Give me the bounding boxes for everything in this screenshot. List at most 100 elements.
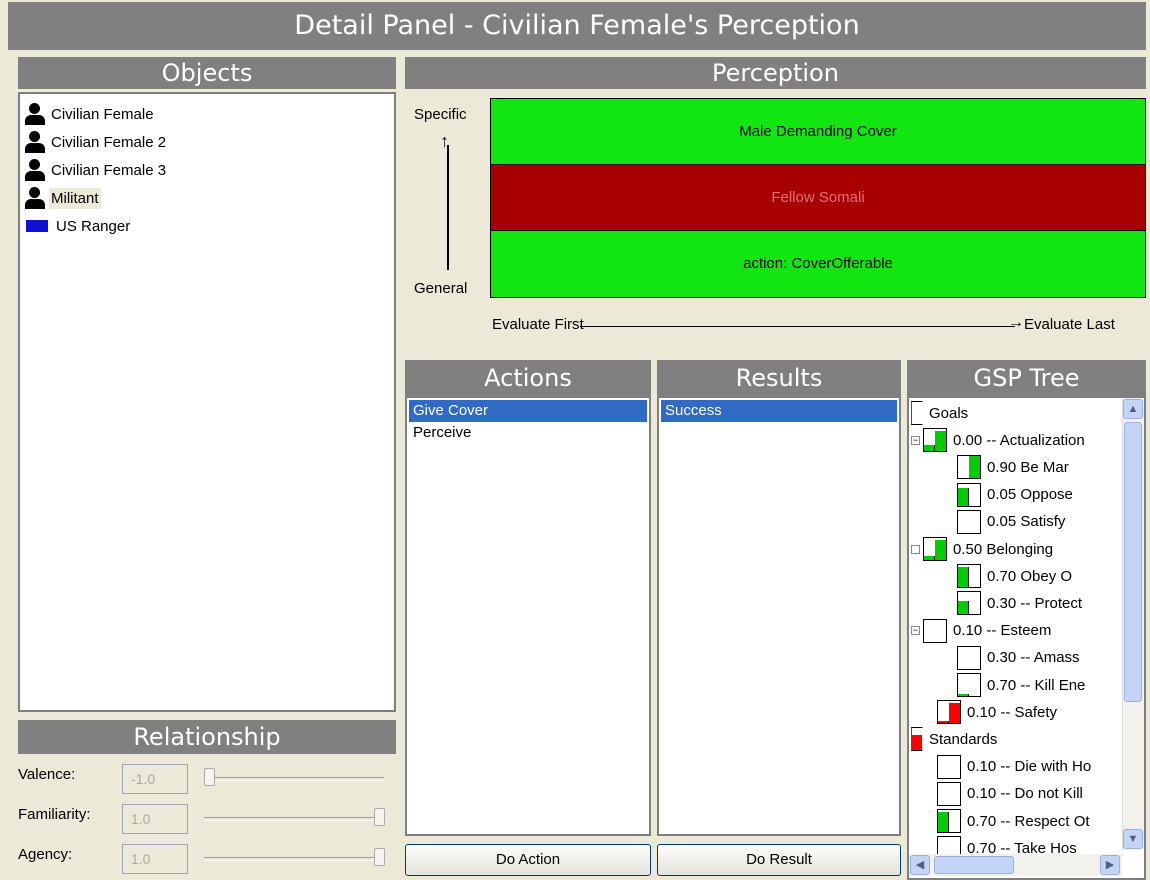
scroll-down-icon[interactable]: ▼	[1123, 829, 1143, 849]
perception-band-label: action: CoverOfferable	[743, 255, 893, 273]
object-item[interactable]: Civilian Female	[24, 100, 390, 128]
gauge-icon	[957, 645, 981, 670]
gsp-node[interactable]: 0.05 Satisfy	[957, 509, 1065, 535]
gauge-icon	[937, 754, 961, 779]
relationship-slider-track[interactable]	[204, 777, 384, 781]
gauge-fill	[912, 735, 922, 751]
gsp-node[interactable]: 0.50 Belonging	[911, 536, 1053, 562]
gsp-node[interactable]: 0.05 Oppose	[957, 482, 1073, 508]
gsp-node[interactable]: 0.30 -- Protect	[957, 590, 1082, 616]
object-item-label: US Ranger	[56, 217, 131, 235]
relationship-header: Relationship	[18, 720, 396, 754]
specificity-axis-line	[447, 145, 449, 270]
gsp-node-label: 0.90 Be Mar	[987, 458, 1069, 476]
gauge-icon	[957, 564, 981, 589]
gauge-fill-right	[935, 431, 946, 452]
collapse-icon[interactable]: −	[911, 626, 920, 636]
evaluate-last-label: Evaluate Last	[1024, 316, 1115, 333]
evaluate-first-label: Evaluate First	[492, 316, 584, 333]
results-list[interactable]: Success	[657, 396, 901, 836]
gsp-tree-header: GSP Tree	[907, 360, 1146, 396]
relationship-slider-track[interactable]	[204, 857, 384, 861]
relationship-value-field[interactable]: -1.0	[122, 764, 188, 794]
perception-band: action: CoverOfferable	[491, 230, 1145, 297]
perception-bands: Male Demanding Cover Fellow Somali action:…	[490, 98, 1146, 298]
window-title: Detail Panel - Civilian Female's Percept…	[8, 2, 1146, 50]
gsp-node[interactable]: 0.90 Be Mar	[957, 454, 1069, 480]
gsp-node-label: 0.70 -- Kill Ene	[987, 676, 1086, 694]
scroll-up-icon[interactable]: ▲	[1123, 399, 1143, 419]
relationship-label: Familiarity:	[18, 806, 91, 823]
gsp-node-label: 0.50 Belonging	[953, 540, 1054, 558]
object-item[interactable]: Civilian Female 3	[24, 156, 390, 184]
person-icon	[24, 159, 46, 181]
gsp-node-label: 0.05 Oppose	[987, 486, 1073, 504]
gauge-fill-left	[924, 555, 935, 560]
actions-item[interactable]: Perceive	[409, 422, 647, 444]
actions-header: Actions	[405, 360, 651, 396]
relationship-slider-track[interactable]	[204, 817, 384, 821]
gsp-node[interactable]: Goals	[911, 400, 968, 426]
object-item[interactable]: Militant	[24, 184, 390, 212]
specific-label: Specific	[414, 106, 467, 123]
gsp-node-label: 0.05 Satisfy	[987, 513, 1066, 531]
gsp-node[interactable]: − 0.00 -- Actualization	[911, 427, 1085, 453]
flag-icon	[26, 220, 48, 232]
do-action-button[interactable]: Do Action	[405, 844, 651, 876]
gauge-icon	[923, 428, 947, 453]
gauge-icon	[937, 781, 961, 806]
relationship-value-field[interactable]: 1.0	[122, 844, 188, 874]
relationship-slider-thumb[interactable]	[374, 808, 385, 826]
gsp-horizontal-scroll-thumb[interactable]	[934, 856, 1014, 874]
gsp-node[interactable]: 0.70 Obey O	[957, 563, 1072, 589]
person-icon	[24, 103, 46, 125]
gauge-fill-left	[958, 601, 969, 615]
perception-band-label: Fellow Somali	[771, 188, 865, 206]
gsp-node[interactable]: Standards	[911, 726, 997, 752]
do-result-button[interactable]: Do Result	[657, 844, 901, 876]
actions-item[interactable]: Give Cover	[409, 400, 647, 422]
results-item[interactable]: Success	[661, 400, 897, 422]
gsp-node[interactable]: 0.30 -- Amass	[957, 645, 1080, 671]
scroll-left-icon[interactable]: ◀	[910, 855, 930, 875]
gsp-node-label: 0.00 -- Actualization	[953, 431, 1085, 449]
gsp-node[interactable]: 0.70 -- Respect Ot	[911, 808, 1090, 834]
scroll-right-icon[interactable]: ▶	[1100, 855, 1120, 875]
relationship-slider-thumb[interactable]	[204, 768, 215, 786]
gsp-vertical-scroll-thumb[interactable]	[1124, 422, 1142, 702]
relationship-row: Agency: 1.0	[18, 840, 396, 880]
gsp-node[interactable]: 0.10 -- Safety	[911, 699, 1057, 725]
general-label: General	[414, 280, 468, 297]
gsp-node[interactable]: 0.70 -- Kill Ene	[957, 672, 1085, 698]
objects-header: Objects	[18, 57, 396, 89]
gauge-icon	[937, 809, 961, 833]
object-item-label: Civilian Female 2	[51, 133, 167, 151]
person-icon	[24, 187, 46, 209]
object-item[interactable]: US Ranger	[24, 212, 390, 240]
actions-list[interactable]: Give Cover Perceive	[405, 396, 651, 836]
gauge-fill-right	[969, 456, 980, 479]
expand-icon[interactable]	[911, 544, 920, 554]
gsp-node-label: 0.10 -- Esteem	[953, 622, 1052, 640]
gsp-node-label: 0.10 -- Do not Kill	[967, 785, 1083, 803]
relationship-value-field[interactable]: 1.0	[122, 804, 188, 834]
gauge-fill-left	[958, 567, 969, 588]
collapse-icon[interactable]: −	[911, 435, 920, 445]
gauge-fill-left	[958, 693, 969, 696]
gsp-node[interactable]: 0.10 -- Do not Kill	[911, 781, 1083, 807]
relationship-slider-thumb[interactable]	[374, 848, 385, 866]
bracket-gauge-icon	[911, 401, 923, 425]
gsp-node[interactable]: − 0.10 -- Esteem	[911, 618, 1051, 644]
gsp-tree[interactable]: Goals − 0.00 -- Actualization 0.90 Be Mar 0.…	[907, 396, 1146, 880]
object-item-label: Civilian Female 3	[51, 161, 167, 179]
relationship-label: Valence:	[18, 766, 76, 783]
object-item[interactable]: Civilian Female 2	[24, 128, 390, 156]
gauge-icon	[923, 618, 947, 643]
object-item-label: Civilian Female	[51, 105, 154, 123]
gsp-node[interactable]: 0.10 -- Die with Ho	[911, 754, 1091, 780]
gauge-icon	[957, 673, 981, 697]
objects-list[interactable]: Civilian Female Civilian Female 2 Civilian…	[18, 92, 396, 712]
gsp-node-label: 0.70 Obey O	[987, 567, 1073, 585]
perception-header: Perception	[405, 57, 1146, 89]
gauge-fill-left	[958, 488, 969, 506]
